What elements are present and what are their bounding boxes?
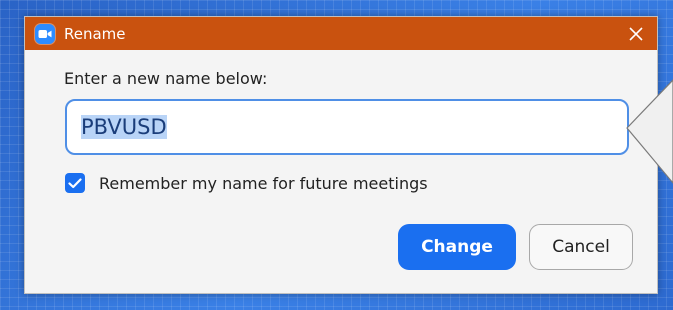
name-input[interactable]: PBVUSD [65,99,629,155]
remember-name-checkbox[interactable] [65,173,85,193]
remember-name-label: Remember my name for future meetings [99,173,428,193]
checkmark-icon [68,177,82,188]
title-bar: Rename [25,17,657,50]
close-icon[interactable] [625,23,647,45]
cancel-button[interactable]: Cancel [529,224,633,270]
name-input-value: PBVUSD [81,115,167,139]
rename-dialog: Rename Enter a new name below: PBVUSD Re… [24,16,658,294]
remember-name-row[interactable]: Remember my name for future meetings [65,173,428,193]
dialog-title: Rename [64,24,126,43]
change-button[interactable]: Change [398,224,516,270]
prompt-label: Enter a new name below: [64,69,268,88]
video-camera-icon [35,23,55,44]
